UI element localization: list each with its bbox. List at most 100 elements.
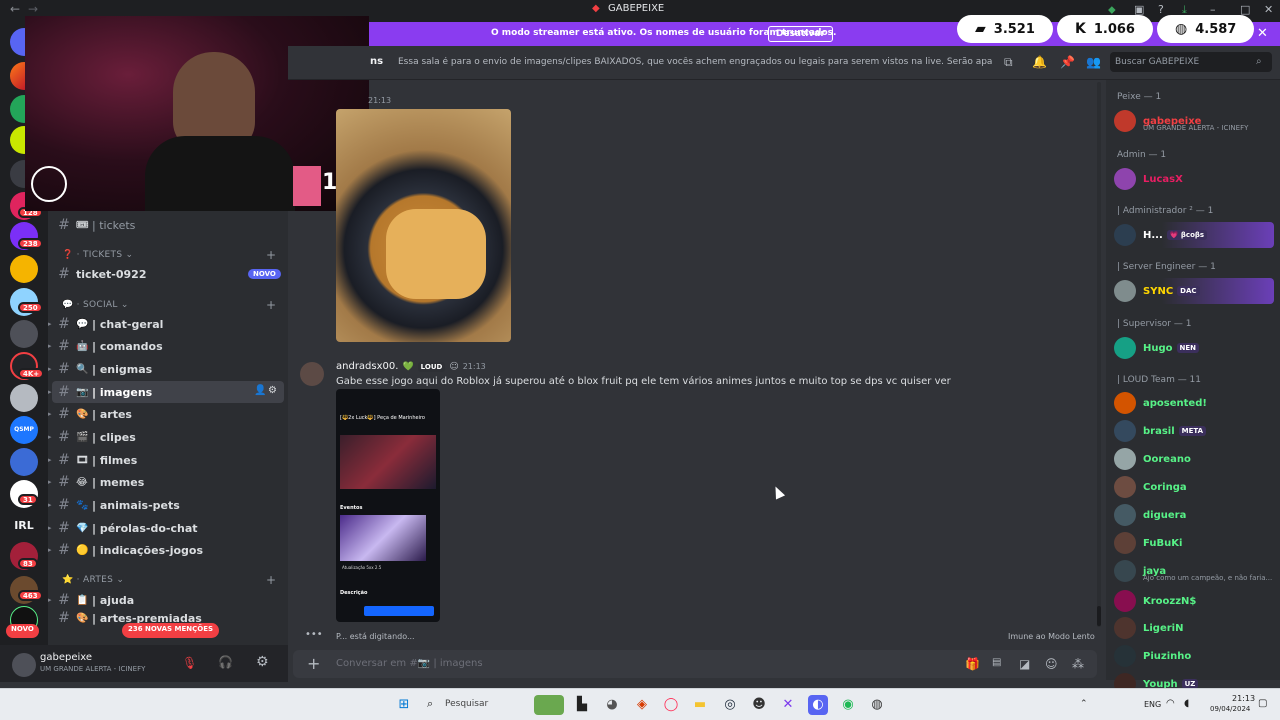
language-indicator[interactable]: ENG — [1144, 700, 1161, 709]
add-channel-icon[interactable]: + — [266, 573, 276, 587]
discord-icon[interactable]: ◐ — [808, 695, 828, 715]
forward-icon[interactable]: → — [28, 2, 38, 16]
channel-chat-geral[interactable]: ▸ # 💬 | chat-geral — [48, 313, 284, 335]
member-item[interactable]: LigeriN — [1114, 615, 1183, 641]
member-item[interactable]: LucasX — [1114, 166, 1183, 192]
channel-clipes[interactable]: ▸ # 🎬 | clipes — [48, 426, 284, 448]
member-item[interactable]: KroozzN$ — [1114, 588, 1196, 614]
avatar[interactable] — [1114, 617, 1136, 639]
channel-enigmas[interactable]: ▸ # 🔍 | enigmas — [48, 358, 284, 380]
task-view-icon[interactable]: ▙ — [572, 695, 592, 715]
apps-icon[interactable]: ⁂ — [1072, 657, 1084, 671]
spotify-icon[interactable]: ◉ — [838, 695, 858, 715]
sticker-icon[interactable]: ◪ — [1019, 657, 1030, 671]
mic-muted-icon[interactable]: 🎙 — [182, 656, 197, 670]
avatar[interactable] — [1114, 110, 1136, 132]
avatar[interactable] — [1114, 280, 1136, 302]
widgets-icon[interactable] — [534, 695, 564, 715]
avatar[interactable] — [1114, 420, 1136, 442]
back-icon[interactable]: ← — [10, 2, 20, 16]
headphones-icon[interactable]: 🎧 — [218, 655, 233, 669]
message-author[interactable]: andradsx00. — [336, 361, 398, 372]
help-icon[interactable]: ? — [1158, 3, 1164, 16]
app-icon[interactable]: ◕ — [602, 695, 622, 715]
threads-icon[interactable]: ⧉ — [1004, 55, 1013, 70]
member-item[interactable]: Piuzinho — [1114, 643, 1191, 669]
member-item[interactable]: Ooreano — [1114, 446, 1191, 472]
gif-icon[interactable]: ▤ — [992, 657, 1001, 668]
clock-date[interactable]: 09/04/2024 — [1210, 705, 1250, 713]
emoji-icon[interactable]: ☺ — [1045, 657, 1058, 671]
member-item[interactable]: Hugo NEN — [1114, 335, 1200, 361]
scrollbar-thumb[interactable] — [1097, 606, 1101, 626]
category-artes[interactable]: ⭐ · ARTES ⌄ — [62, 575, 124, 585]
emoji-server-icon[interactable] — [10, 255, 38, 283]
food-image-attachment[interactable] — [336, 109, 511, 342]
channel-topic[interactable]: Essa sala é para o envio de imagens/clip… — [398, 57, 993, 67]
disable-streamer-mode-button[interactable]: Desativar — [768, 26, 833, 42]
play-button[interactable] — [364, 606, 434, 616]
opera-icon[interactable]: ◯ — [661, 695, 681, 715]
close-banner-icon[interactable]: ✕ — [1257, 26, 1268, 41]
channel-memes[interactable]: ▸ # 😂 | memes — [48, 471, 284, 493]
app-icon[interactable]: ☻ — [749, 695, 769, 715]
search-input[interactable]: Buscar GABEPEIXE ⌕ — [1110, 52, 1272, 72]
avatar[interactable] — [1114, 392, 1136, 414]
channel-tickets[interactable]: # 🎟 | tickets — [52, 214, 284, 236]
attach-plus-icon[interactable]: + — [307, 654, 320, 673]
gift-icon[interactable]: 🎁 — [965, 657, 980, 671]
user-settings-icon[interactable]: ⚙ — [256, 654, 269, 670]
pin-icon[interactable]: 📌 — [1060, 55, 1075, 69]
channel-imagens[interactable]: ▸ # 📷 | imagens 👤 ⚙ — [48, 381, 284, 403]
avatar[interactable] — [1114, 645, 1136, 667]
member-item[interactable]: brasil META — [1114, 418, 1207, 444]
gear-icon[interactable]: ⚙ — [268, 385, 277, 396]
member-item[interactable]: FuBuKi — [1114, 530, 1182, 556]
channel-ajuda[interactable]: ▸ # 📋 | ajuda — [48, 589, 284, 611]
start-icon[interactable]: ⊞ — [394, 695, 414, 715]
notifications-icon[interactable]: ▢ — [1258, 698, 1267, 709]
maximize-icon[interactable]: □ — [1240, 3, 1250, 16]
channel-perolas-do-chat[interactable]: ▸ # 💎 | pérolas-do-chat — [48, 517, 284, 539]
member-item[interactable]: Coringa — [1114, 474, 1187, 500]
irl-server-icon[interactable]: IRL — [10, 512, 38, 540]
member-item[interactable]: jaya Ajo como um campeão, e não faria... — [1114, 558, 1272, 584]
server-icon[interactable] — [10, 448, 38, 476]
channel-comandos[interactable]: ▸ # 🤖 | comandos — [48, 335, 284, 357]
taskbar-search-label[interactable]: Pesquisar — [445, 699, 488, 709]
server-icon[interactable] — [10, 384, 38, 412]
add-channel-icon[interactable]: + — [266, 248, 276, 262]
members-icon[interactable]: 👥 — [1086, 55, 1101, 69]
category-social[interactable]: 💬 · SOCIAL ⌄ — [62, 300, 129, 310]
avatar[interactable] — [1114, 504, 1136, 526]
volume-icon[interactable]: ◖ — [1184, 698, 1189, 709]
channel-artes[interactable]: ▸ # 🎨 | artes — [48, 403, 284, 425]
channel-indicacoes-jogos[interactable]: ▸ # 🟡 | indicações-jogos — [48, 539, 284, 561]
avatar[interactable] — [300, 362, 324, 386]
bell-icon[interactable]: 🔔 — [1032, 55, 1047, 69]
file-explorer-icon[interactable]: ▬ — [690, 695, 710, 715]
channel-animais-pets[interactable]: ▸ # 🐾 | animais-pets — [48, 494, 284, 516]
member-item[interactable]: gabepeixe UM GRANDE ALERTA - ICINEFY — [1114, 108, 1248, 134]
clock-time[interactable]: 21:13 — [1232, 694, 1255, 703]
avatar[interactable] — [1114, 532, 1136, 554]
member-item[interactable]: H... 💗 βcoβs — [1114, 222, 1274, 248]
search-icon[interactable]: ⌕ — [427, 697, 433, 711]
app-icon[interactable]: ✕ — [778, 695, 798, 715]
new-mentions-badge[interactable]: 236 NOVAS MENÇÕES — [122, 623, 220, 638]
channel-filmes[interactable]: ▸ # 🎞 | filmes — [48, 449, 284, 471]
obs-icon[interactable]: ◍ — [867, 695, 887, 715]
category-tickets[interactable]: ❓ · TICKETS ⌄ — [62, 250, 133, 260]
member-item[interactable]: SYNC DAC — [1114, 278, 1274, 304]
avatar[interactable] — [1114, 337, 1136, 359]
member-item[interactable]: diguera — [1114, 502, 1186, 528]
avatar[interactable] — [1114, 448, 1136, 470]
steam-icon[interactable]: ◎ — [720, 695, 740, 715]
member-item[interactable]: aposented! — [1114, 390, 1207, 416]
tray-chevron-icon[interactable]: ⌃ — [1080, 699, 1088, 709]
avatar[interactable] — [1114, 476, 1136, 498]
add-channel-icon[interactable]: + — [266, 298, 276, 312]
scrollbar-track[interactable] — [1097, 82, 1101, 627]
qsmp-server-icon[interactable]: QSMP — [10, 416, 38, 444]
message-composer[interactable]: + Conversar em #📷 | imagens 🎁 ▤ ◪ ☺ ⁂ — [293, 650, 1097, 678]
